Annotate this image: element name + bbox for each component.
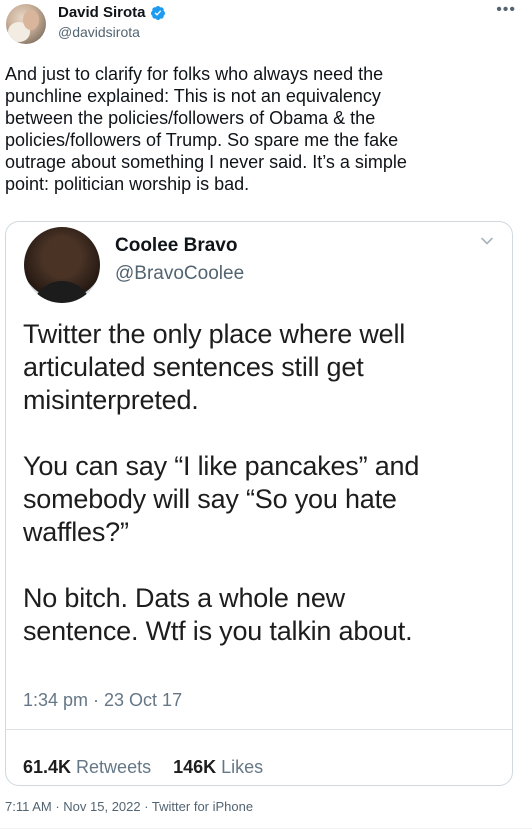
more-horizontal-icon[interactable]: •••	[496, 2, 516, 18]
quoted-display-name[interactable]: Coolee Bravo	[115, 234, 237, 258]
quoted-tweet-body: Twitter the only place where well articu…	[23, 319, 420, 646]
quoted-tweet-card[interactable]: Coolee Bravo @BravoCoolee Twitter the on…	[5, 221, 513, 786]
quoted-author-avatar[interactable]	[24, 227, 100, 303]
chevron-down-icon[interactable]	[480, 234, 494, 248]
avatar-head	[44, 235, 80, 279]
quoted-timestamp: 1:34 pm · 23 Oct 17	[23, 690, 183, 710]
quoted-divider	[6, 729, 512, 730]
author-display-name[interactable]: David Sirota	[58, 4, 146, 22]
verified-badge-icon	[150, 6, 165, 20]
likes-label: Likes	[221, 757, 264, 777]
tweet-text: And just to clarify for folks who always…	[5, 64, 407, 194]
likes-stat[interactable]: 146K Likes	[173, 756, 263, 778]
author-handle[interactable]: @davidsirota	[58, 23, 140, 41]
tweet-header: David Sirota @davidsirota •••	[0, 0, 532, 50]
quoted-handle[interactable]: @BravoCoolee	[115, 262, 244, 286]
avatar-shirt	[32, 281, 92, 303]
retweets-count: 61.4K	[23, 757, 72, 777]
author-avatar[interactable]	[6, 4, 46, 44]
author-name-row: David Sirota	[58, 4, 166, 22]
tweet-meta[interactable]: 7:11 AM · Nov 15, 2022 · Twitter for iPh…	[5, 798, 253, 816]
likes-count: 146K	[173, 757, 217, 777]
quoted-stats: 61.4K Retweets 146K Likes	[23, 756, 263, 778]
avatar-face	[23, 10, 39, 30]
retweets-stat[interactable]: 61.4K Retweets	[23, 756, 151, 778]
retweets-label: Retweets	[76, 757, 152, 777]
bottom-divider	[0, 828, 532, 829]
